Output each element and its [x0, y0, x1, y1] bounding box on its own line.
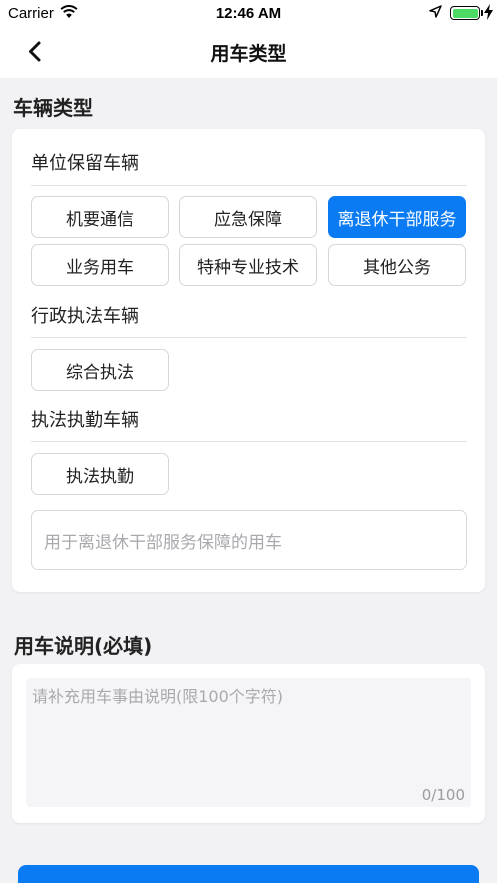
divider: [31, 441, 467, 442]
option-law-enforcement-duty[interactable]: 执法执勤: [31, 453, 169, 495]
navigation-bar: 用车类型: [0, 26, 497, 78]
group-title-unit-reserved: 单位保留车辆: [31, 153, 139, 174]
battery-cap: [481, 10, 483, 16]
charging-bolt-icon: [484, 4, 493, 20]
option-special-technical[interactable]: 特种专业技术: [179, 244, 317, 286]
usage-note-card: 请补充用车事由说明(限100个字符) 0/100: [12, 664, 485, 823]
character-counter: 0/100: [421, 786, 465, 804]
divider: [31, 185, 467, 186]
group-title-administrative-enforcement: 行政执法车辆: [31, 306, 139, 327]
description-text: 用于离退休干部服务保障的用车: [44, 532, 282, 553]
option-confidential-communication[interactable]: 机要通信: [31, 196, 169, 238]
submit-button[interactable]: [18, 865, 479, 883]
option-comprehensive-enforcement[interactable]: 综合执法: [31, 349, 169, 391]
battery-icon: [450, 6, 480, 20]
vehicle-type-description: 用于离退休干部服务保障的用车: [31, 510, 467, 570]
location-arrow-icon: [429, 5, 442, 18]
usage-note-section-title: 用车说明(必填): [14, 634, 153, 658]
divider: [31, 337, 467, 338]
option-retired-cadre-service[interactable]: 离退休干部服务: [328, 196, 466, 238]
option-emergency-support[interactable]: 应急保障: [179, 196, 317, 238]
usage-note-textarea[interactable]: 请补充用车事由说明(限100个字符) 0/100: [26, 678, 471, 807]
vehicle-type-card: 单位保留车辆 机要通信 应急保障 离退休干部服务 业务用车 特种专业技术 其他公…: [12, 129, 485, 592]
group-title-law-enforcement-duty: 执法执勤车辆: [31, 410, 139, 431]
option-other-official[interactable]: 其他公务: [328, 244, 466, 286]
page-title: 用车类型: [210, 43, 287, 65]
clock: 12:46 AM: [215, 5, 282, 22]
status-bar: Carrier 12:46 AM: [0, 0, 497, 26]
option-business-vehicle[interactable]: 业务用车: [31, 244, 169, 286]
vehicle-type-section-title: 车辆类型: [13, 96, 93, 120]
usage-note-placeholder: 请补充用车事由说明(限100个字符): [32, 687, 284, 706]
